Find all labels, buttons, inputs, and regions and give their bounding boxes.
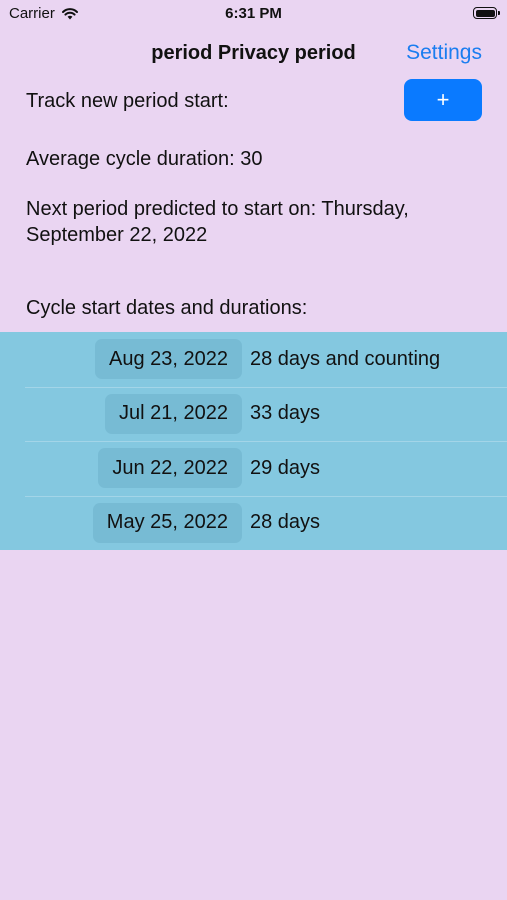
- battery-icon: [473, 7, 500, 19]
- date-cell: Aug 23, 2022: [0, 339, 250, 380]
- list-item: Jun 22, 2022 29 days: [0, 441, 507, 496]
- cycle-date-picker[interactable]: May 25, 2022: [92, 502, 242, 543]
- cycle-duration: 28 days and counting: [250, 347, 441, 370]
- cycle-date-picker[interactable]: Aug 23, 2022: [95, 339, 242, 380]
- track-new-period-label: Track new period start:: [26, 90, 229, 112]
- add-period-button[interactable]: +: [404, 79, 482, 121]
- cycle-date-picker[interactable]: Jul 21, 2022: [105, 393, 242, 434]
- list-item: Aug 23, 2022 28 days and counting: [0, 332, 507, 387]
- cycle-date-picker[interactable]: Jun 22, 2022: [98, 448, 242, 489]
- date-cell: Jul 21, 2022: [0, 393, 250, 434]
- cycle-list: Aug 23, 2022 28 days and counting Jul 21…: [0, 332, 507, 550]
- status-bar: Carrier 6:31 PM: [0, 0, 507, 30]
- navigation-bar: period Privacy period Settings: [0, 36, 507, 70]
- date-cell: May 25, 2022: [0, 502, 250, 543]
- next-period-prediction: Next period predicted to start on: Thurs…: [26, 198, 409, 246]
- cycles-header: Cycle start dates and durations:: [26, 297, 308, 319]
- settings-button[interactable]: Settings: [406, 41, 482, 65]
- list-item: May 25, 2022 28 days: [0, 495, 507, 551]
- list-item: Jul 21, 2022 33 days: [0, 386, 507, 442]
- cycle-duration: 29 days: [250, 456, 321, 479]
- status-time: 6:31 PM: [225, 5, 282, 22]
- cycle-duration: 28 days: [250, 511, 321, 534]
- battery-fill: [475, 9, 495, 17]
- average-cycle-text: Average cycle duration: 30: [26, 148, 263, 170]
- cycle-duration: 33 days: [250, 402, 321, 425]
- date-cell: Jun 22, 2022: [0, 448, 250, 489]
